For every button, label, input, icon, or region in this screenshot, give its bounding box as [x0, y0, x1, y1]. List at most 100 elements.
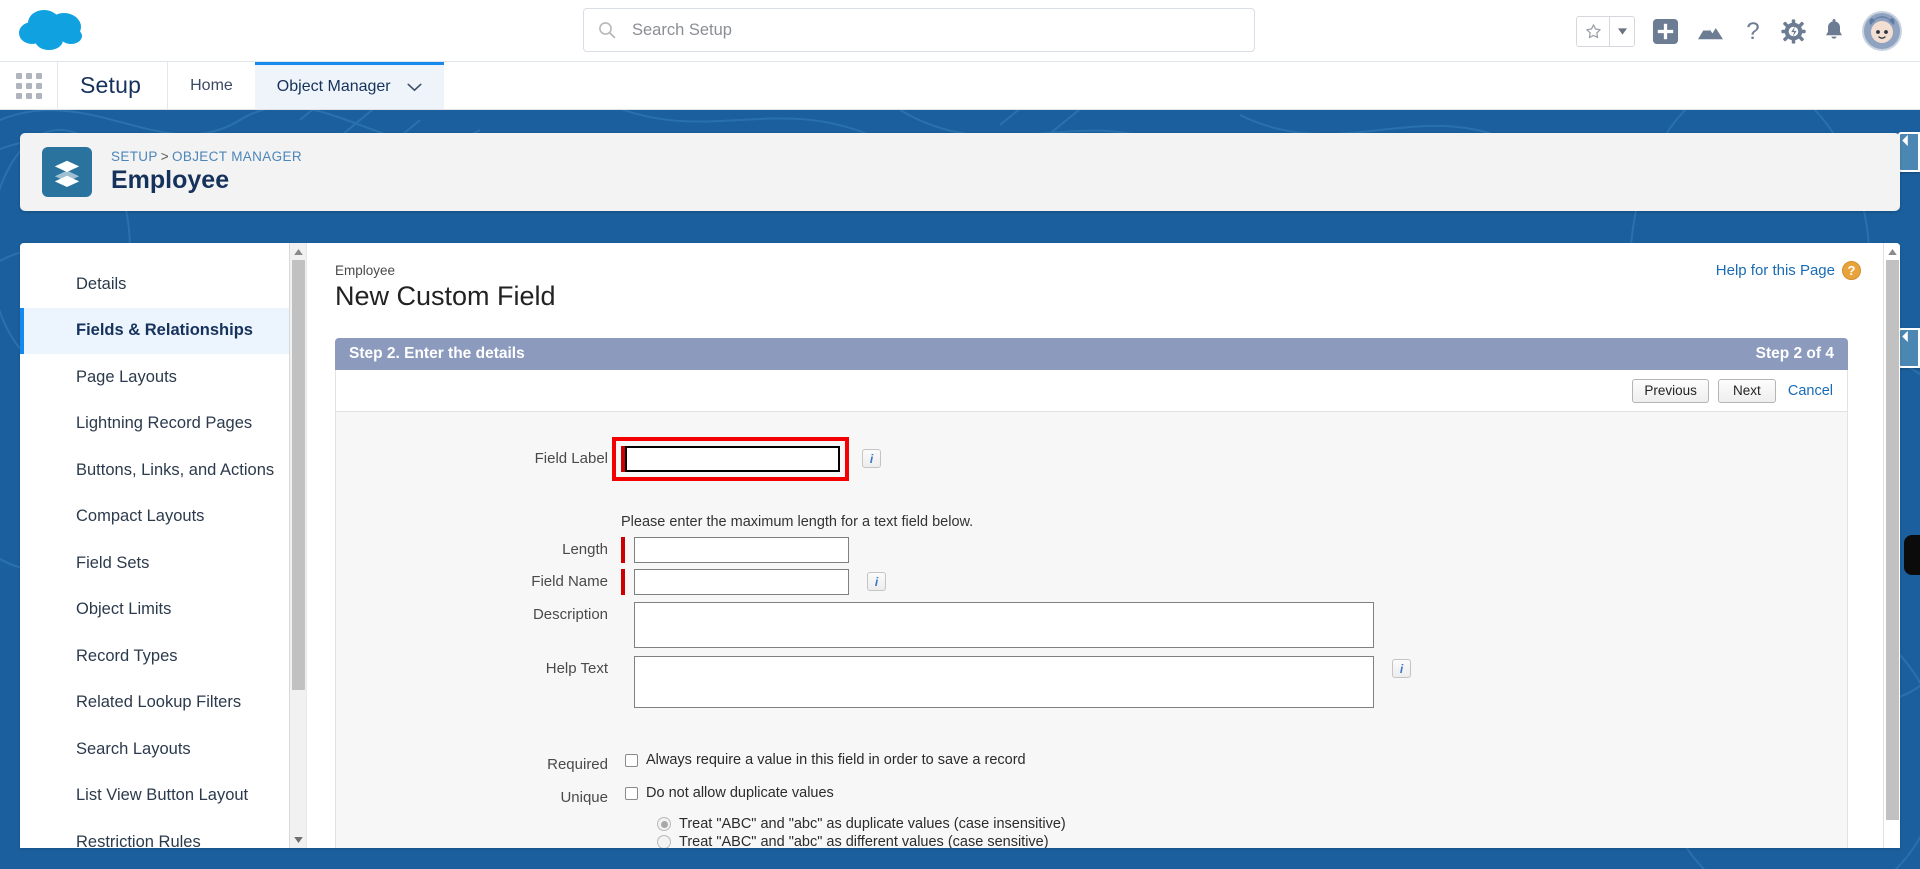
custom-field-wizard: Step 2. Enter the details Step 2 of 4 Pr…: [307, 338, 1866, 848]
sidebar-item-fields-and-relationships[interactable]: Fields & Relationships: [20, 307, 306, 354]
help-text-info-icon[interactable]: i: [1392, 659, 1411, 678]
tab-home-label: Home: [190, 76, 233, 94]
length-row: Length: [336, 537, 1847, 563]
breadcrumb-setup-link[interactable]: SETUP: [111, 149, 158, 164]
svg-text:?: ?: [1746, 18, 1759, 45]
description-textarea[interactable]: [634, 602, 1374, 648]
main-panel: Details Fields & Relationships Page Layo…: [20, 243, 1900, 848]
global-search-box[interactable]: [583, 8, 1255, 52]
sidebar-item-search-layouts[interactable]: Search Layouts: [20, 726, 306, 773]
sidebar-item-label: Related Lookup Filters: [76, 693, 242, 712]
favorites-dropdown-icon[interactable]: [1609, 16, 1634, 46]
description-label: Description: [532, 606, 608, 623]
learning-trailhead-icon[interactable]: [1696, 19, 1725, 44]
sidebar-item-related-lookup-filters[interactable]: Related Lookup Filters: [20, 680, 306, 727]
favorites-control[interactable]: [1576, 15, 1635, 47]
search-input[interactable]: [632, 20, 1240, 40]
sidebar-item-field-sets[interactable]: Field Sets: [20, 540, 306, 587]
sidebar-item-lightning-record-pages[interactable]: Lightning Record Pages: [20, 401, 306, 448]
length-input[interactable]: [634, 537, 849, 563]
sidebar-scroll-thumb[interactable]: [292, 260, 305, 690]
length-hint-text: Please enter the maximum length for a te…: [621, 514, 974, 530]
sidebar-item-label: Lightning Record Pages: [76, 414, 253, 433]
tab-object-manager[interactable]: Object Manager: [254, 62, 444, 109]
field-label-info-icon[interactable]: i: [862, 449, 881, 468]
field-label-row: Field Label i: [336, 437, 1847, 481]
edge-drag-handle[interactable]: [1904, 535, 1920, 575]
sidebar-item-compact-layouts[interactable]: Compact Layouts: [20, 494, 306, 541]
page-title: Employee: [111, 166, 230, 194]
sidebar-item-label: Buttons, Links, and Actions: [76, 460, 275, 479]
field-label-highlight-wrapper: [612, 437, 849, 481]
case-insensitive-radio[interactable]: [657, 817, 671, 831]
help-text-row: Help Text i: [336, 656, 1847, 708]
sidebar-item-buttons-links-and-actions[interactable]: Buttons, Links, and Actions: [20, 447, 306, 494]
cancel-link[interactable]: Cancel: [1785, 383, 1833, 399]
case-sensitive-radio[interactable]: [657, 835, 671, 848]
sidebar-item-label: Restriction Rules: [76, 832, 201, 848]
case-sensitive-label: Treat "ABC" and "abc" as different value…: [679, 834, 1049, 848]
sidebar-item-label: Record Types: [76, 646, 178, 665]
collapse-header-panel-button[interactable]: [1898, 132, 1920, 172]
sidebar-item-list-view-button-layout[interactable]: List View Button Layout: [20, 773, 306, 820]
setup-navigation-bar: Setup Home Object Manager: [0, 62, 1920, 110]
description-row: Description: [336, 602, 1847, 648]
sidebar-item-record-types[interactable]: Record Types: [20, 633, 306, 680]
content-scroll-thumb[interactable]: [1886, 260, 1899, 820]
length-hint-row: Please enter the maximum length for a te…: [336, 514, 1847, 530]
required-checkbox[interactable]: [625, 753, 638, 767]
case-insensitive-label: Treat "ABC" and "abc" as duplicate value…: [679, 816, 1066, 832]
sidebar-item-restriction-rules[interactable]: Restriction Rules: [20, 819, 306, 848]
collapse-content-panel-button[interactable]: [1898, 328, 1920, 368]
user-avatar[interactable]: [1862, 11, 1902, 51]
previous-button[interactable]: Previous: [1632, 378, 1709, 403]
help-text-textarea[interactable]: [634, 656, 1374, 708]
field-label-label: Field Label: [534, 450, 608, 467]
setup-gear-icon[interactable]: [1781, 18, 1806, 44]
wizard-step-bar: Step 2. Enter the details Step 2 of 4: [335, 338, 1848, 370]
help-for-this-page-link[interactable]: Help for this Page ?: [1716, 261, 1861, 280]
app-launcher-grid-icon[interactable]: [0, 62, 58, 109]
help-question-icon[interactable]: ?: [1742, 18, 1764, 45]
sidebar-item-object-limits[interactable]: Object Limits: [20, 587, 306, 634]
sidebar-item-label: Compact Layouts: [76, 507, 205, 526]
required-checkbox-label: Always require a value in this field in …: [646, 752, 1026, 768]
field-label-input[interactable]: [625, 446, 840, 472]
sidebar-item-label: Field Sets: [76, 553, 150, 572]
unique-checkbox[interactable]: [625, 786, 638, 800]
stacked-layers-icon: [42, 147, 92, 197]
field-name-info-icon[interactable]: i: [867, 572, 886, 591]
favorites-star-icon[interactable]: [1577, 16, 1609, 46]
global-actions-plus-icon[interactable]: [1652, 18, 1679, 45]
sidebar-item-label: Page Layouts: [76, 367, 177, 386]
sidebar-item-label: Object Limits: [76, 600, 172, 619]
salesforce-cloud-logo[interactable]: [16, 4, 90, 56]
breadcrumb-separator: >: [160, 149, 169, 164]
custom-field-form: Field Label i Please enter the maximum l…: [335, 412, 1848, 848]
notifications-bell-icon[interactable]: [1823, 18, 1845, 44]
sidebar-item-page-layouts[interactable]: Page Layouts: [20, 354, 306, 401]
sidebar-item-label: Details: [76, 274, 127, 293]
scroll-down-arrow-icon[interactable]: [290, 831, 306, 848]
wizard-step-title: Step 2. Enter the details: [349, 345, 525, 362]
context-object-label: Employee: [335, 263, 396, 278]
setup-tab-list: Home Object Manager: [168, 62, 444, 109]
global-header: ?: [0, 0, 1920, 62]
breadcrumb-object-manager-link[interactable]: OBJECT MANAGER: [172, 149, 302, 164]
sidebar-scrollbar[interactable]: [289, 243, 306, 848]
content-scrollbar[interactable]: [1883, 243, 1900, 848]
unique-label: Unique: [560, 789, 608, 806]
new-custom-field-heading: New Custom Field: [335, 281, 556, 311]
sidebar-item-details[interactable]: Details: [20, 261, 306, 308]
required-indicator: [621, 569, 625, 595]
tab-object-manager-label: Object Manager: [276, 78, 391, 95]
next-button[interactable]: Next: [1717, 378, 1776, 403]
tab-home[interactable]: Home: [168, 62, 255, 109]
unique-checkbox-label: Do not allow duplicate values: [646, 785, 834, 801]
help-question-badge-icon[interactable]: ?: [1842, 261, 1861, 280]
help-text-label: Help Text: [545, 660, 608, 677]
required-label: Required: [547, 756, 608, 773]
scroll-up-arrow-icon[interactable]: [1884, 243, 1900, 260]
field-name-input[interactable]: [634, 569, 849, 595]
scroll-up-arrow-icon[interactable]: [290, 243, 306, 260]
